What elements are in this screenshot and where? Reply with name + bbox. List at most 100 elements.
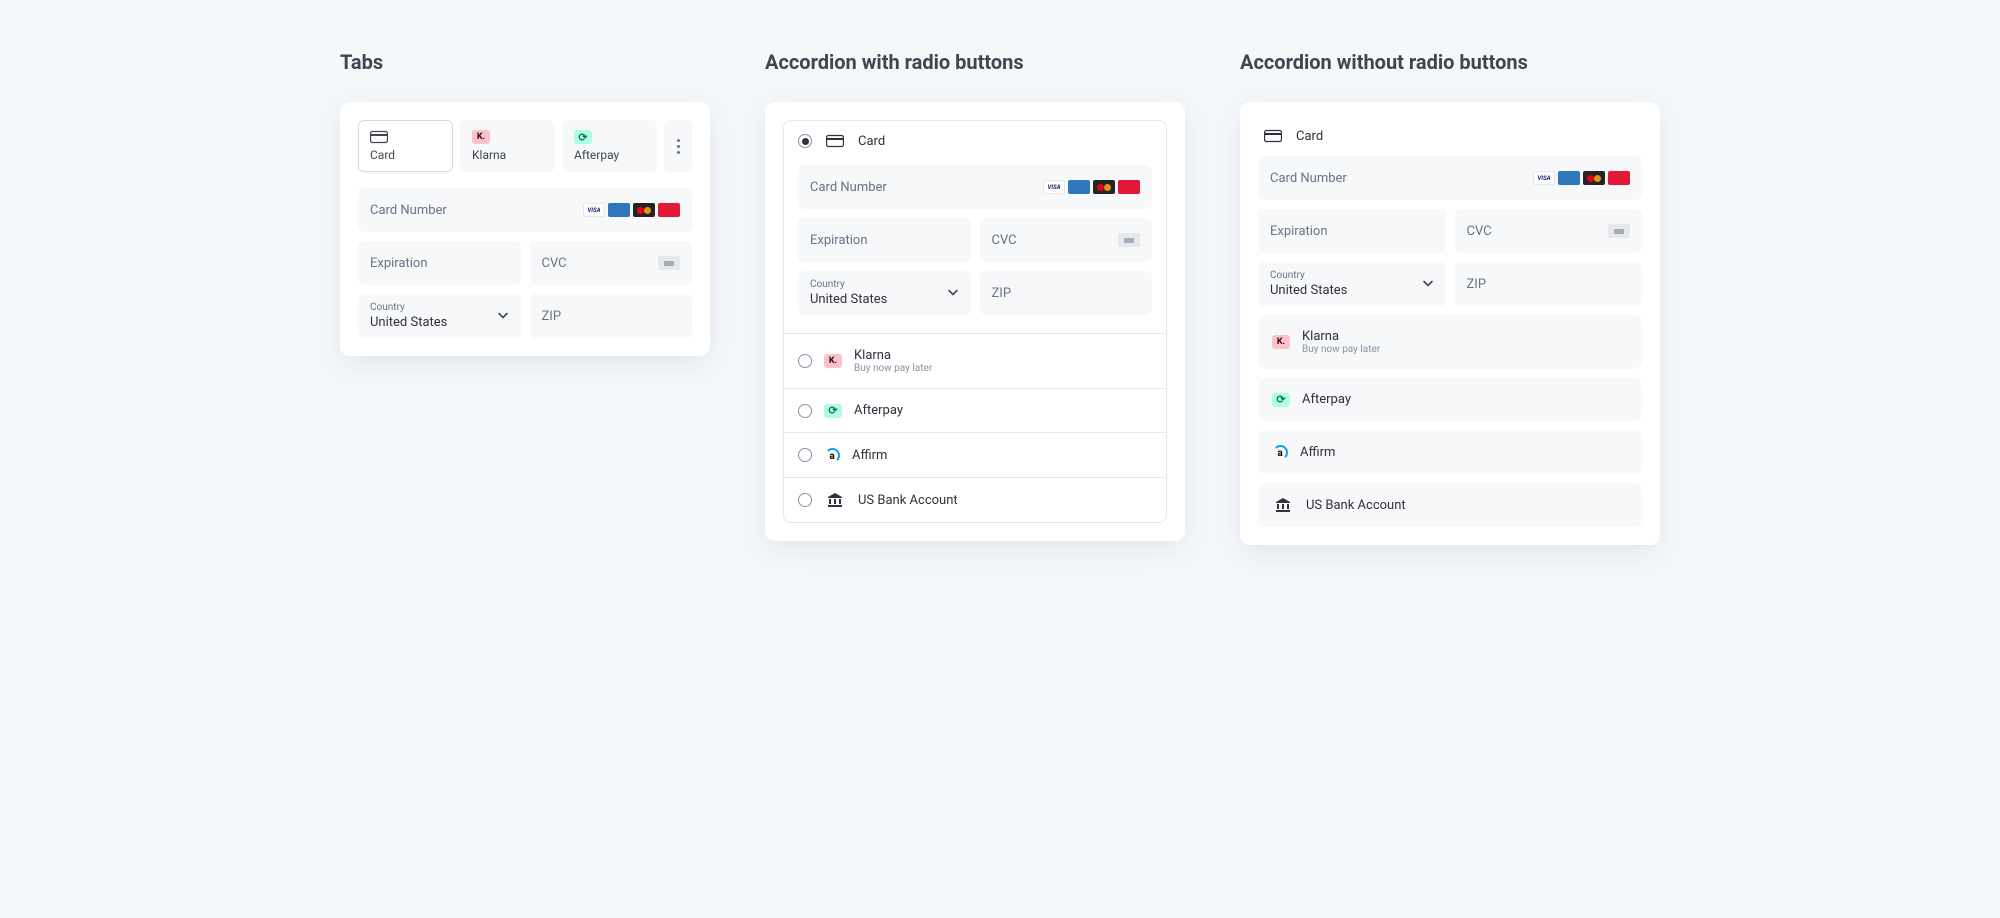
accordion-header-usbank[interactable]: US Bank Account xyxy=(784,478,1166,522)
card-brand-icons: VISA xyxy=(1043,180,1140,194)
affirm-icon: a xyxy=(1272,444,1288,460)
expanded-card: Card Card Number VISA xyxy=(1258,120,1642,306)
cvc-label: CVC xyxy=(992,233,1017,248)
tab-klarna[interactable]: K. Klarna xyxy=(460,120,555,172)
card-name: Card xyxy=(1296,129,1323,144)
expiration-input[interactable]: Expiration xyxy=(358,241,521,285)
tab-card[interactable]: Card xyxy=(358,120,453,172)
card-number-input[interactable]: Card Number VISA xyxy=(798,165,1152,209)
accordion-radio-title: Accordion with radio buttons xyxy=(765,50,1185,74)
country-label: Country xyxy=(1270,270,1305,281)
klarna-icon: K. xyxy=(824,354,842,368)
accordion-item-affirm: a Affirm xyxy=(784,432,1166,477)
bank-icon xyxy=(1272,497,1294,513)
usbank-name: US Bank Account xyxy=(1306,498,1406,513)
card-icon xyxy=(370,130,388,144)
country-select[interactable]: Country United States xyxy=(1258,262,1446,306)
afterpay-name: Afterpay xyxy=(1302,392,1351,407)
amex-icon xyxy=(1558,171,1580,185)
unionpay-icon xyxy=(658,203,680,217)
zip-input[interactable]: ZIP xyxy=(980,271,1153,315)
mastercard-icon xyxy=(1583,171,1605,185)
card-icon xyxy=(824,133,846,149)
tabs-panel: Card K. Klarna ⟳ Afterpay Card Number xyxy=(340,102,710,356)
card-number-label: Card Number xyxy=(370,203,447,218)
accordion-header-affirm[interactable]: a Affirm xyxy=(784,433,1166,477)
accordion-item-afterpay: ⟳ Afterpay xyxy=(784,388,1166,432)
accordion-header-klarna[interactable]: K. Klarna Buy now pay later xyxy=(784,334,1166,388)
mastercard-icon xyxy=(633,203,655,217)
cvc-input[interactable]: CVC xyxy=(980,218,1153,262)
radio-card[interactable] xyxy=(798,134,812,148)
cvc-input[interactable]: CVC xyxy=(530,241,693,285)
zip-input[interactable]: ZIP xyxy=(1455,262,1643,306)
tab-klarna-label: Klarna xyxy=(472,148,543,162)
tile-affirm[interactable]: a Affirm xyxy=(1258,430,1642,474)
unionpay-icon xyxy=(1608,171,1630,185)
cvc-label: CVC xyxy=(542,256,567,271)
card-number-label: Card Number xyxy=(1270,171,1347,186)
klarna-name: Klarna xyxy=(1302,329,1380,344)
accordion-noradio-title: Accordion without radio buttons xyxy=(1240,50,1660,74)
card-number-label: Card Number xyxy=(810,180,887,195)
payment-method-tabs: Card K. Klarna ⟳ Afterpay xyxy=(358,120,692,172)
country-value: United States xyxy=(810,292,887,307)
affirm-name: Affirm xyxy=(1300,445,1335,460)
amex-icon xyxy=(608,203,630,217)
country-value: United States xyxy=(1270,283,1347,298)
usbank-name: US Bank Account xyxy=(858,493,958,508)
card-fields: Card Number VISA Expiration xyxy=(784,161,1166,333)
tab-afterpay[interactable]: ⟳ Afterpay xyxy=(562,120,657,172)
tabs-title: Tabs xyxy=(340,50,710,74)
tab-afterpay-label: Afterpay xyxy=(574,148,645,162)
more-icon xyxy=(677,139,680,154)
card-number-input[interactable]: Card Number VISA xyxy=(358,188,692,232)
country-select[interactable]: Country United States xyxy=(798,271,971,315)
affirm-name: Affirm xyxy=(852,448,887,463)
accordion-header-afterpay[interactable]: ⟳ Afterpay xyxy=(784,389,1166,432)
cvc-icon xyxy=(1118,233,1140,247)
amex-icon xyxy=(1068,180,1090,194)
expiration-input[interactable]: Expiration xyxy=(798,218,971,262)
card-number-input[interactable]: Card Number VISA xyxy=(1258,156,1642,200)
accordion-item-usbank: US Bank Account xyxy=(784,477,1166,522)
more-payment-methods-button[interactable] xyxy=(664,120,692,172)
afterpay-name: Afterpay xyxy=(854,403,903,418)
expiration-input[interactable]: Expiration xyxy=(1258,209,1446,253)
zip-input[interactable]: ZIP xyxy=(530,294,693,338)
country-label: Country xyxy=(370,302,405,313)
afterpay-icon: ⟳ xyxy=(824,404,842,418)
radio-klarna[interactable] xyxy=(798,354,812,368)
accordion-item-card: Card Card Number VISA xyxy=(784,121,1166,333)
accordion-noradio-panel: Card Card Number VISA xyxy=(1240,102,1660,545)
tile-afterpay[interactable]: ⟳ Afterpay xyxy=(1258,378,1642,421)
radio-affirm[interactable] xyxy=(798,448,812,462)
cvc-label: CVC xyxy=(1467,224,1492,239)
country-select[interactable]: Country United States xyxy=(358,294,521,338)
zip-label: ZIP xyxy=(542,309,562,324)
radio-afterpay[interactable] xyxy=(798,404,812,418)
visa-icon: VISA xyxy=(1043,180,1065,194)
tile-usbank[interactable]: US Bank Account xyxy=(1258,483,1642,527)
tabs-column: Tabs Card K. Klarna ⟳ Afterpay xyxy=(340,50,710,545)
card-fields: Card Number VISA Expiration xyxy=(1258,156,1642,306)
radio-usbank[interactable] xyxy=(798,493,812,507)
card-brand-icons: VISA xyxy=(1533,171,1630,185)
chevron-down-icon xyxy=(1422,275,1434,294)
expanded-header-card[interactable]: Card xyxy=(1258,120,1642,156)
payment-accordion: Card Card Number VISA xyxy=(783,120,1167,523)
visa-icon: VISA xyxy=(1533,171,1555,185)
tile-klarna[interactable]: K. Klarna Buy now pay later xyxy=(1258,315,1642,369)
cvc-input[interactable]: CVC xyxy=(1455,209,1643,253)
accordion-item-klarna: K. Klarna Buy now pay later xyxy=(784,333,1166,388)
accordion-radio-column: Accordion with radio buttons Card Card N… xyxy=(765,50,1185,545)
chevron-down-icon xyxy=(497,307,509,326)
accordion-radio-panel: Card Card Number VISA xyxy=(765,102,1185,541)
afterpay-icon: ⟳ xyxy=(1272,393,1290,407)
affirm-icon: a xyxy=(824,447,840,463)
accordion-header-card[interactable]: Card xyxy=(784,121,1166,161)
expiration-label: Expiration xyxy=(370,256,428,271)
klarna-sub: Buy now pay later xyxy=(854,363,932,374)
card-icon xyxy=(1262,128,1284,144)
klarna-icon: K. xyxy=(472,130,490,144)
